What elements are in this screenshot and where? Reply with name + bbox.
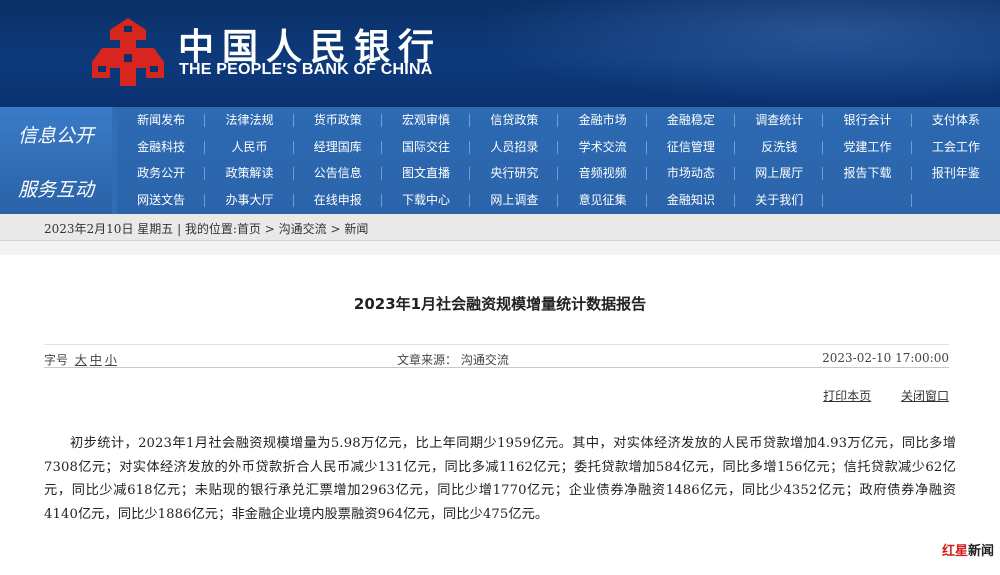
nav-link[interactable]: 图文直播: [382, 160, 471, 187]
nav-row: 新闻发布 法律法规 货币政策 宏观审慎 信贷政策 金融市场 金融稳定 调查统计 …: [117, 107, 1000, 134]
watermark-black: 新闻: [967, 544, 994, 559]
nav-link[interactable]: 反洗钱: [735, 134, 824, 161]
nav-link[interactable]: 市场动态: [647, 160, 736, 187]
article-date: 2023-02-10 17:00:00: [822, 351, 949, 365]
nav-link[interactable]: 音频视频: [558, 160, 648, 187]
nav-link[interactable]: 金融稳定: [647, 107, 736, 134]
print-page-link[interactable]: 打印本页: [823, 389, 871, 403]
article-title: 2023年1月社会融资规模增量统计数据报告: [353, 295, 647, 313]
spacer: [0, 241, 1000, 255]
nav-link[interactable]: 政务公开: [117, 160, 206, 187]
nav-link[interactable]: 银行会计: [823, 107, 912, 134]
nav-link[interactable]: 征信管理: [647, 134, 736, 161]
article-body: 初步统计，2023年1月社会融资规模增量为5.98万亿元，比上年同期少1959亿…: [44, 436, 956, 522]
nav-row: 金融科技 人民币 经理国库 国际交往 人员招录 学术交流 征信管理 反洗钱 党建…: [117, 134, 1000, 161]
nav-link[interactable]: 法律法规: [205, 107, 294, 134]
main-navigation: 信息公开 服务互动 新闻发布 法律法规 货币政策 宏观审慎 信贷政策 金融市场 …: [0, 107, 1000, 214]
nav-link-grid: 新闻发布 法律法规 货币政策 宏观审慎 信贷政策 金融市场 金融稳定 调查统计 …: [117, 107, 1000, 214]
nav-link[interactable]: 金融科技: [117, 134, 206, 161]
nav-section-service-interaction[interactable]: 服务互动: [0, 175, 112, 202]
article-container: 2023年1月社会融资规模增量统计数据报告 字号 大中小 文章来源： 沟通交流 …: [0, 255, 1000, 575]
nav-row: 政务公开 政策解读 公告信息 图文直播 央行研究 音频视频 市场动态 网上展厅 …: [117, 160, 1000, 187]
nav-link[interactable]: 办事大厅: [205, 187, 294, 214]
close-window-link[interactable]: 关闭窗口: [901, 389, 949, 403]
nav-link[interactable]: 网上展厅: [735, 160, 824, 187]
header-background: [440, 0, 1000, 107]
nav-link[interactable]: 党建工作: [823, 134, 912, 161]
font-size-small-link[interactable]: 小: [105, 353, 117, 367]
nav-link[interactable]: 学术交流: [558, 134, 648, 161]
nav-link[interactable]: 央行研究: [470, 160, 559, 187]
font-size-large-link[interactable]: 大: [75, 353, 87, 367]
nav-section-info-disclosure[interactable]: 信息公开: [0, 121, 112, 148]
nav-link[interactable]: 关于我们: [735, 187, 824, 214]
nav-link[interactable]: 报告下载: [823, 160, 912, 187]
nav-link[interactable]: 网上调查: [470, 187, 559, 214]
nav-link[interactable]: 公告信息: [294, 160, 383, 187]
nav-link[interactable]: 人民币: [205, 134, 294, 161]
nav-link[interactable]: 网送文告: [117, 187, 206, 214]
watermark-red: 红星: [941, 544, 968, 559]
breadcrumb-bar: 2023年2月10日 星期五 | 我的位置:首页 > 沟通交流 > 新闻: [0, 214, 1000, 241]
breadcrumb[interactable]: 2023年2月10日 星期五 | 我的位置:首页 > 沟通交流 > 新闻: [44, 220, 368, 237]
pboc-emblem-icon[interactable]: [88, 16, 168, 88]
watermark-logo: 红星新闻: [942, 540, 994, 559]
nav-link[interactable]: 调查统计: [735, 107, 824, 134]
font-size-label: 字号: [44, 353, 69, 367]
nav-link[interactable]: 信贷政策: [470, 107, 559, 134]
nav-link[interactable]: 下载中心: [382, 187, 471, 214]
article-meta-bar: 字号 大中小 文章来源： 沟通交流 2023-02-10 17:00:00: [44, 344, 949, 368]
nav-row: 网送文告 办事大厅 在线申报 下载中心 网上调查 意见征集 金融知识 关于我们: [117, 187, 1000, 214]
nav-link[interactable]: 政策解读: [205, 160, 294, 187]
article-source: 文章来源： 沟通交流: [397, 353, 509, 367]
nav-link[interactable]: 支付体系: [912, 107, 1000, 134]
nav-link[interactable]: 在线申报: [294, 187, 383, 214]
nav-link-empty: [823, 187, 912, 214]
nav-link[interactable]: 意见征集: [558, 187, 648, 214]
nav-link-empty: [912, 187, 1000, 214]
font-size-medium-link[interactable]: 中: [90, 353, 102, 367]
nav-link[interactable]: 报刊年鉴: [912, 160, 1000, 187]
article-actions: 打印本页 关闭窗口: [797, 387, 949, 404]
nav-link[interactable]: 国际交往: [382, 134, 471, 161]
bank-name-english: THE PEOPLE'S BANK OF CHINA: [179, 61, 433, 78]
nav-link[interactable]: 新闻发布: [117, 107, 206, 134]
nav-link[interactable]: 金融知识: [647, 187, 736, 214]
nav-link[interactable]: 经理国库: [294, 134, 383, 161]
nav-link[interactable]: 货币政策: [294, 107, 383, 134]
nav-link[interactable]: 工会工作: [912, 134, 1000, 161]
site-header: 中国人民银行 THE PEOPLE'S BANK OF CHINA: [0, 0, 1000, 107]
nav-link[interactable]: 宏观审慎: [382, 107, 471, 134]
nav-section-panel: 信息公开 服务互动: [0, 107, 112, 214]
nav-link[interactable]: 人员招录: [470, 134, 559, 161]
nav-link[interactable]: 金融市场: [558, 107, 648, 134]
font-size-control: 字号 大中小: [44, 351, 117, 368]
